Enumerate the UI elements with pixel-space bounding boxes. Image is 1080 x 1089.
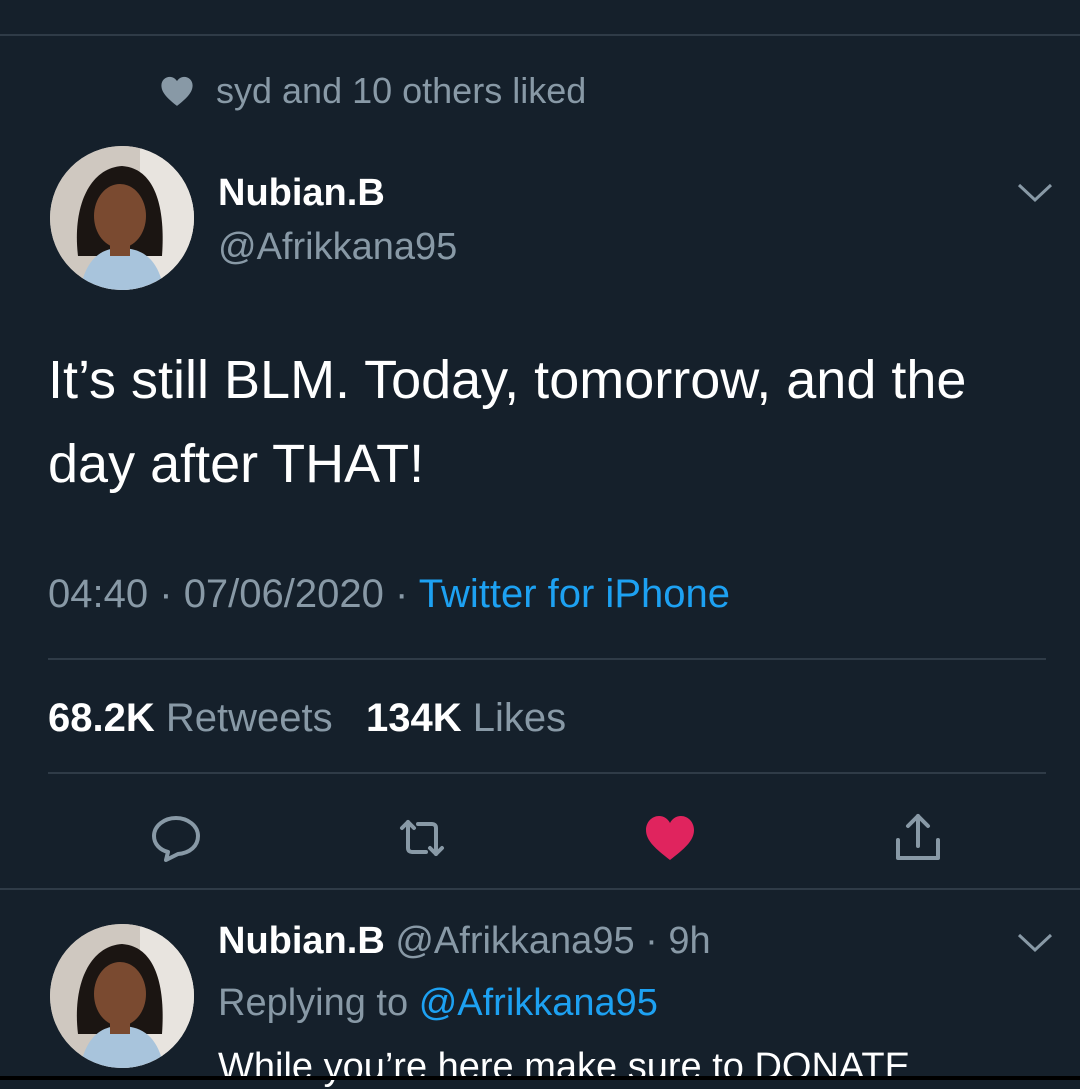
retweets-count: 68.2K xyxy=(48,696,155,740)
replying-to: Replying to @Afrikkana95 xyxy=(218,982,658,1025)
retweets-stat[interactable]: 68.2K Retweets xyxy=(48,696,344,740)
reply-header: Nubian.B @Afrikkana95 · 9h xyxy=(218,920,711,963)
social-context-text: syd and 10 others liked xyxy=(216,70,587,111)
retweet-button[interactable] xyxy=(392,808,452,868)
bottom-edge xyxy=(0,1076,1080,1080)
tweet-meta: 04:40 · 07/06/2020 · Twitter for iPhone xyxy=(48,572,730,617)
reply-avatar[interactable] xyxy=(50,924,194,1068)
author-name[interactable]: Nubian.B xyxy=(218,172,385,215)
share-button[interactable] xyxy=(888,808,948,868)
reply-text: While you’re here make sure to DONATE xyxy=(218,1046,910,1088)
share-icon xyxy=(896,814,940,860)
reply-author-name[interactable]: Nubian.B xyxy=(218,920,385,962)
likes-label: Likes xyxy=(472,696,567,740)
replying-to-label: Replying to xyxy=(218,982,409,1024)
tweet-source-link[interactable]: Twitter for iPhone xyxy=(419,572,730,616)
reply-button[interactable] xyxy=(146,808,206,868)
avatar-photo xyxy=(50,924,194,1068)
tweet-divider xyxy=(0,888,1080,890)
retweet-icon xyxy=(400,820,444,856)
likes-stat[interactable]: 134K Likes xyxy=(366,696,566,740)
heart-filled-icon xyxy=(646,816,694,860)
author-handle[interactable]: @Afrikkana95 xyxy=(218,226,457,269)
tweet-stats: 68.2K Retweets 134K Likes xyxy=(48,696,566,741)
reply-icon xyxy=(152,816,200,862)
heart-icon xyxy=(161,76,193,106)
replying-to-mention[interactable]: @Afrikkana95 xyxy=(419,982,658,1024)
top-divider xyxy=(0,34,1080,36)
social-context[interactable]: syd and 10 others liked xyxy=(160,70,586,112)
avatar-photo xyxy=(50,146,194,290)
likes-count: 134K xyxy=(365,696,462,740)
retweets-label: Retweets xyxy=(165,696,333,740)
stats-divider-top xyxy=(48,658,1046,660)
meta-separator: · xyxy=(395,572,409,616)
reply-meta: @Afrikkana95 · 9h xyxy=(395,920,711,962)
tweet-text: It’s still BLM. Today, tomorrow, and the… xyxy=(48,350,967,494)
like-button[interactable] xyxy=(640,808,700,868)
tweet-time: 04:40 xyxy=(48,572,149,616)
meta-separator: · xyxy=(159,572,173,616)
avatar[interactable] xyxy=(50,146,194,290)
chevron-down-icon[interactable] xyxy=(1016,932,1054,954)
chevron-down-icon[interactable] xyxy=(1016,182,1054,204)
stats-divider-bottom xyxy=(48,772,1046,774)
tweet-date: 07/06/2020 xyxy=(183,572,384,616)
